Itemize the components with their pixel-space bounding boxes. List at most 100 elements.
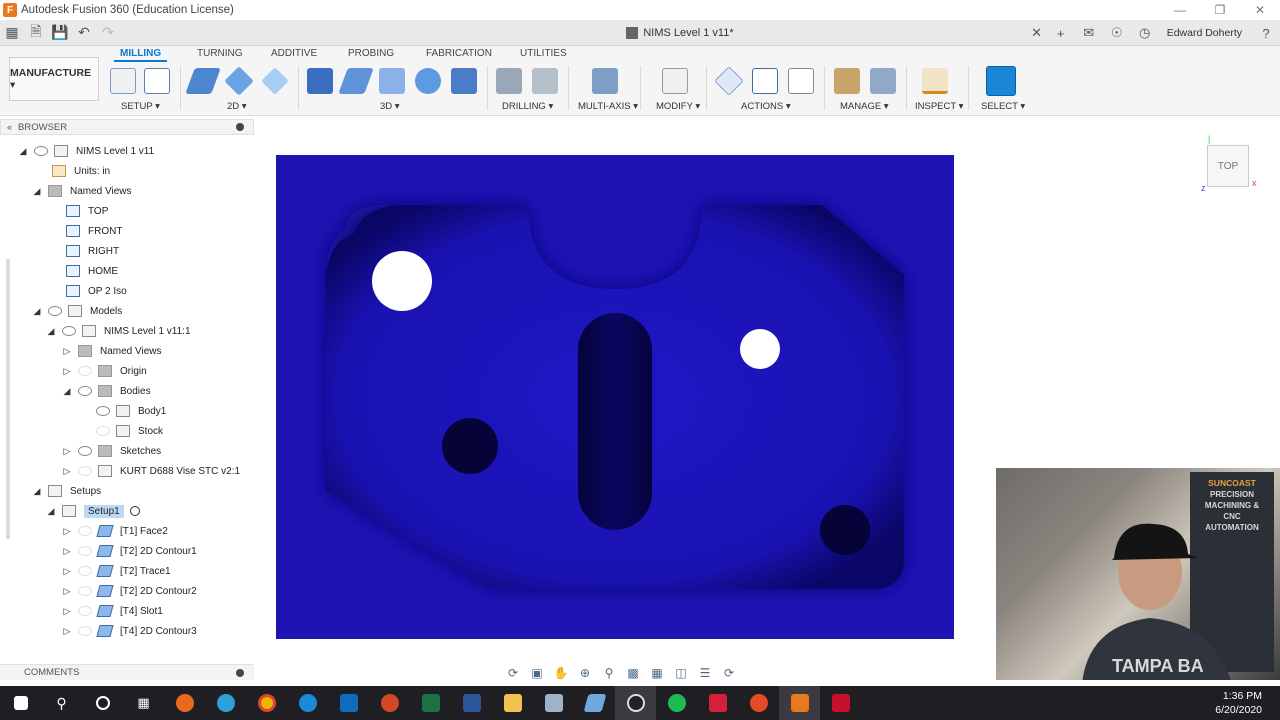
search-icon[interactable]: ⚲ (41, 686, 82, 720)
app-icon[interactable] (533, 686, 574, 720)
tree-body1[interactable]: Body1 (96, 401, 166, 421)
folder-setup-icon[interactable] (110, 68, 136, 94)
tool-library-icon[interactable] (834, 68, 860, 94)
file-icon[interactable]: 🗎 (24, 21, 48, 45)
group-manage[interactable]: MANAGE ▾ (840, 101, 889, 112)
app-icon[interactable] (820, 686, 861, 720)
hole-recognition-icon[interactable] (532, 68, 558, 94)
measure-icon[interactable] (922, 68, 948, 94)
tree-model-instance[interactable]: ◢ NIMS Level 1 v11:1 (46, 321, 191, 341)
collapsed-triangle-icon[interactable]: ▷ (62, 586, 72, 597)
collapsed-triangle-icon[interactable]: ▷ (62, 606, 72, 617)
group-setup[interactable]: SETUP ▾ (121, 101, 160, 112)
group-multi-axis[interactable]: MULTI-AXIS ▾ (578, 101, 638, 112)
look-at-icon[interactable]: ▣ (528, 665, 546, 681)
tree-stock[interactable]: Stock (96, 421, 163, 441)
help-icon[interactable]: ? (1252, 20, 1280, 46)
tree-models[interactable]: ◢ Models (32, 301, 122, 321)
tree-operation[interactable]: ▷ [T2] Trace1 (62, 561, 171, 581)
group-3d[interactable]: 3D ▾ (380, 101, 400, 112)
through-hole-large[interactable] (372, 251, 432, 311)
collapsed-triangle-icon[interactable]: ▷ (62, 546, 72, 557)
blind-hole-left[interactable] (442, 418, 498, 474)
select-icon[interactable] (986, 66, 1016, 96)
tab-probing[interactable]: PROBING (348, 48, 394, 59)
start-button[interactable] (0, 686, 41, 720)
drill-icon[interactable] (496, 68, 522, 94)
parallel-icon[interactable] (451, 68, 477, 94)
visibility-eye-icon[interactable] (48, 306, 62, 316)
expand-triangle-icon[interactable]: ◢ (18, 146, 28, 157)
fit-icon[interactable]: ⚲ (600, 665, 618, 681)
maximize-icon[interactable]: ❐ (1200, 0, 1240, 20)
visibility-eye-icon[interactable] (78, 626, 92, 636)
through-hole-small[interactable] (740, 329, 780, 369)
refresh-icon[interactable]: ⟳ (720, 665, 738, 681)
app-icon[interactable] (574, 686, 615, 720)
outlook-icon[interactable] (328, 686, 369, 720)
app-icon[interactable] (738, 686, 779, 720)
viewports-icon[interactable]: ◫ (672, 665, 690, 681)
tree-view-right[interactable]: RIGHT (66, 241, 119, 261)
visibility-eye-icon[interactable] (78, 386, 92, 396)
undo-icon[interactable]: ↶ (72, 21, 96, 45)
expand-triangle-icon[interactable]: ◢ (32, 306, 42, 317)
group-select[interactable]: SELECT ▾ (981, 101, 1025, 112)
group-2d[interactable]: 2D ▾ (227, 101, 247, 112)
collapsed-triangle-icon[interactable]: ▷ (62, 366, 72, 377)
grid-settings-icon[interactable]: ▦ (648, 665, 666, 681)
visibility-eye-icon[interactable] (96, 406, 110, 416)
chrome-icon[interactable] (246, 686, 287, 720)
collapse-browser-icon[interactable]: « (7, 122, 12, 132)
steep-shallow-icon[interactable] (379, 68, 405, 94)
tree-vise[interactable]: ▷ KURT D688 Vise STC v2:1 (62, 461, 240, 481)
collapsed-triangle-icon[interactable]: ▷ (62, 446, 72, 457)
pin-icon[interactable] (236, 123, 244, 131)
tree-view-op2-iso[interactable]: OP 2 Iso (66, 281, 127, 301)
visibility-eye-icon[interactable] (78, 546, 92, 556)
comments-icon[interactable]: ✉ (1075, 20, 1103, 46)
grid-menu-icon[interactable]: ▦ (0, 21, 24, 45)
tree-units[interactable]: Units: in (52, 161, 110, 181)
machine-library-icon[interactable] (870, 68, 896, 94)
redo-icon[interactable]: ↷ (96, 21, 120, 45)
tree-view-home[interactable]: HOME (66, 261, 118, 281)
comments-panel[interactable]: COMMENTS (0, 664, 254, 680)
post-process-icon[interactable] (752, 68, 778, 94)
visibility-eye-icon[interactable] (34, 146, 48, 156)
zoom-icon[interactable]: ⊕ (576, 665, 594, 681)
visibility-eye-icon[interactable] (78, 606, 92, 616)
visibility-eye-icon[interactable] (78, 586, 92, 596)
obs-icon[interactable] (615, 686, 656, 720)
visibility-eye-icon[interactable] (78, 446, 92, 456)
user-name[interactable]: Edward Doherty (1167, 27, 1242, 39)
visibility-eye-icon[interactable] (78, 566, 92, 576)
clock-icon[interactable]: ◷ (1131, 20, 1159, 46)
nc-program-icon[interactable] (144, 68, 170, 94)
minimize-icon[interactable]: — (1160, 0, 1200, 20)
tree-operation[interactable]: ▷ [T4] Slot1 (62, 601, 163, 621)
word-icon[interactable] (451, 686, 492, 720)
expand-triangle-icon[interactable]: ◢ (46, 506, 56, 517)
face-icon[interactable] (185, 68, 221, 94)
firefox-icon[interactable] (164, 686, 205, 720)
collapsed-triangle-icon[interactable]: ▷ (62, 346, 72, 357)
display-settings-icon[interactable]: ▩ (624, 665, 642, 681)
excel-icon[interactable] (410, 686, 451, 720)
visibility-eye-icon[interactable] (78, 526, 92, 536)
document-tab[interactable]: NIMS Level 1 v11* ✕ (300, 20, 1060, 46)
close-tab-icon[interactable]: ✕ (1031, 25, 1042, 41)
job-status-icon[interactable]: ☉ (1103, 20, 1131, 46)
stock-display-icon[interactable]: ☰ (696, 665, 714, 681)
tab-utilities[interactable]: UTILITIES (520, 48, 567, 59)
group-drilling[interactable]: DRILLING ▾ (502, 101, 553, 112)
pocket-clearing-icon[interactable] (338, 68, 374, 94)
expand-triangle-icon[interactable]: ◢ (32, 186, 42, 197)
collapsed-triangle-icon[interactable]: ▷ (62, 526, 72, 537)
tree-origin[interactable]: ▷ Origin (62, 361, 147, 381)
powerpoint-icon[interactable] (369, 686, 410, 720)
tree-operation[interactable]: ▷ [T4] 2D Contour3 (62, 621, 197, 641)
tree-operation[interactable]: ▷ [T1] Face2 (62, 521, 168, 541)
tab-fabrication[interactable]: FABRICATION (426, 48, 492, 59)
tree-view-top[interactable]: TOP (66, 201, 108, 221)
